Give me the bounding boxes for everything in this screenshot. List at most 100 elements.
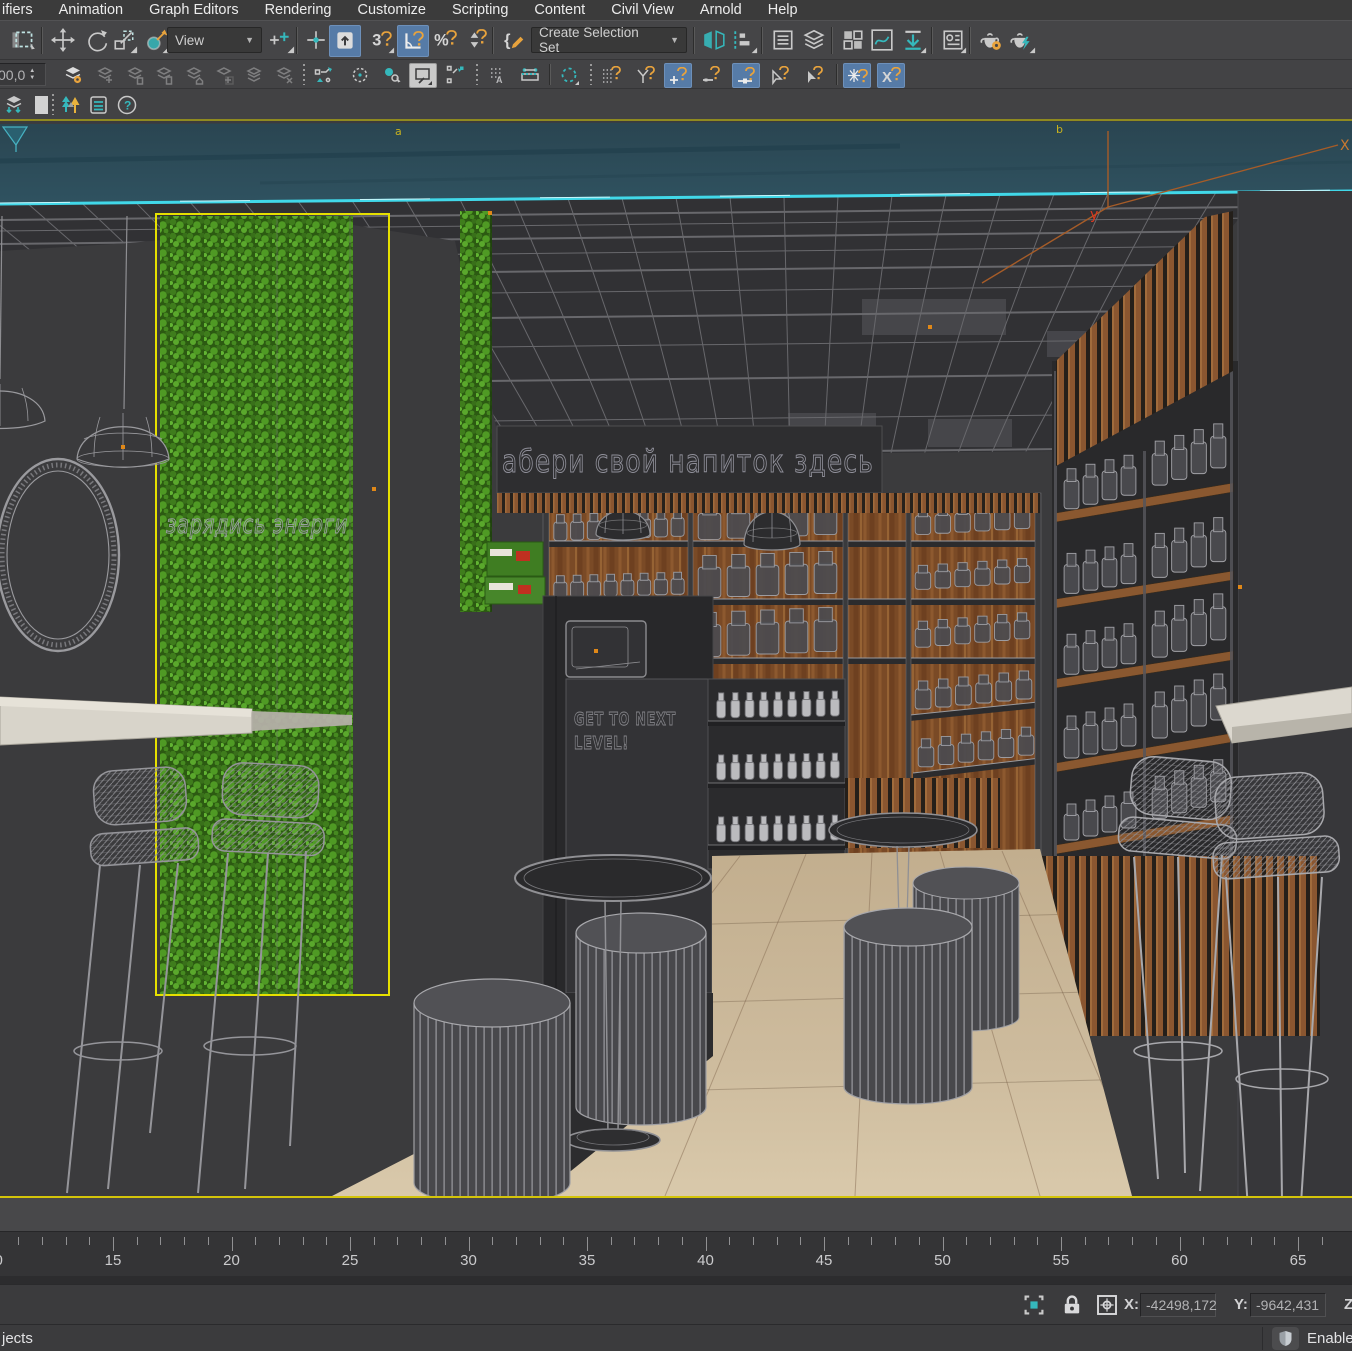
soft-selection-icon[interactable] [379, 63, 405, 86]
notes-icon[interactable] [85, 92, 112, 117]
isolate-selection-icon[interactable] [1022, 1293, 1046, 1317]
moss-wall[interactable]: зарядись энерги [160, 216, 353, 994]
chevron-down-icon: ▼ [237, 35, 254, 45]
selection-region-icon[interactable] [10, 25, 40, 55]
snap-plus-icon[interactable] [664, 63, 692, 88]
menu-item-rendering[interactable]: Rendering [252, 2, 345, 18]
menu-item-arnold[interactable]: Arnold [687, 2, 755, 18]
selection-lasso-icon[interactable] [556, 63, 582, 86]
import-layers-icon[interactable] [0, 92, 27, 117]
snap-slider-icon[interactable] [732, 63, 760, 88]
y-coordinate-field[interactable]: -9642,431 [1250, 1293, 1326, 1317]
snap-cursor-icon[interactable] [766, 63, 792, 86]
cylinder-stool-2[interactable] [576, 913, 706, 1125]
snap-endpoint-icon[interactable] [632, 63, 658, 86]
menu-item-customize[interactable]: Customize [345, 2, 440, 18]
snap-x-icon[interactable]: X [877, 63, 905, 88]
selection-circle-icon[interactable] [347, 63, 373, 86]
timeline-tick [682, 1237, 683, 1245]
snaps-toggle-3d-icon[interactable]: 3 [366, 25, 396, 55]
named-selection-set-dropdown[interactable]: Create Selection Set ▼ [531, 27, 687, 53]
render-setup-icon[interactable] [938, 25, 968, 55]
percent-snap-icon[interactable]: % [430, 25, 460, 55]
subobject-squares-icon[interactable] [443, 63, 469, 86]
ribbon-toggle-icon[interactable] [838, 25, 868, 55]
menu-item-animation[interactable]: Animation [46, 2, 136, 18]
align-icon[interactable] [729, 25, 759, 55]
keyboard-shortcut-override-icon[interactable] [329, 25, 361, 57]
microwave[interactable] [566, 621, 646, 677]
select-and-scale-icon[interactable] [109, 25, 139, 55]
menu-item-scripting[interactable]: Scripting [439, 2, 521, 18]
selection-lock-icon[interactable] [1060, 1293, 1084, 1317]
menu-item-civil-view[interactable]: Civil View [598, 2, 687, 18]
layer-explorer-icon[interactable] [768, 25, 798, 55]
svg-text:X: X [882, 69, 892, 86]
cylinder-stool-1[interactable] [414, 979, 570, 1196]
snap-cursor-filled-icon[interactable] [800, 63, 826, 86]
timeline-label: 30 [460, 1252, 477, 1269]
time-slider-track[interactable] [0, 1198, 1352, 1231]
layer-home-icon[interactable] [181, 63, 207, 86]
menu-item-help[interactable]: Help [755, 2, 811, 18]
absolute-mode-icon[interactable] [1095, 1293, 1119, 1317]
white-bottles[interactable] [717, 691, 840, 842]
x-coordinate-field[interactable]: -42498,172 [1140, 1293, 1216, 1317]
coordinate-spinner[interactable]: 00,0 ▲▼ [0, 63, 46, 86]
perspective-viewport[interactable]: абери свой напиток здесь [0, 119, 1352, 1198]
angle-snap-icon[interactable] [397, 25, 429, 57]
scene-explorer-icon[interactable] [799, 25, 829, 55]
toolbar-separator [761, 27, 763, 54]
use-pivot-center-icon[interactable] [266, 25, 296, 55]
marker-move-icon[interactable] [311, 63, 337, 86]
select-and-move-icon[interactable] [48, 25, 78, 55]
timeline-tick [492, 1237, 493, 1245]
drink-sign[interactable]: абери свой напиток здесь [497, 426, 882, 493]
select-and-rotate-icon[interactable] [81, 25, 111, 55]
create-layer-icon[interactable] [92, 63, 118, 86]
help-icon[interactable]: ? [113, 92, 140, 117]
select-layer-objects-icon[interactable] [241, 63, 267, 86]
viewport-canvas[interactable]: абери свой напиток здесь [0, 121, 1352, 1196]
vertex-marker-b: b [1056, 123, 1063, 136]
layer-manager-icon[interactable] [60, 63, 86, 86]
timeline-tick [1037, 1237, 1038, 1245]
vegetation-icon[interactable] [57, 92, 84, 117]
select-and-manipulate-icon[interactable] [301, 25, 331, 55]
timeline-label: 25 [342, 1252, 359, 1269]
paint-selection-icon[interactable] [409, 63, 437, 88]
toolbar-separator [969, 27, 971, 54]
product-boxes[interactable] [485, 542, 545, 604]
reference-coordinate-dropdown[interactable]: View ▼ [167, 27, 262, 53]
grid-align-icon[interactable]: A [485, 63, 511, 86]
timeline-ruler[interactable]: 101520253035404550556065 [0, 1231, 1352, 1285]
curve-editor-icon[interactable] [867, 25, 897, 55]
edit-named-selection-sets-icon[interactable]: { [499, 25, 529, 55]
collapse-layers-icon[interactable] [271, 63, 297, 86]
mirror-icon[interactable] [699, 25, 729, 55]
measure-distance-icon[interactable] [517, 63, 543, 86]
snap-edge-icon[interactable] [698, 63, 724, 86]
timeline-tick [848, 1237, 849, 1245]
timeline-tick [658, 1237, 659, 1245]
timeline-label: 55 [1053, 1252, 1070, 1269]
add-to-layer-icon[interactable] [211, 63, 237, 86]
cylinder-stool-3[interactable] [844, 908, 972, 1104]
menu-item-modifiers[interactable]: ifiers [0, 2, 46, 18]
menu-item-graph-editors[interactable]: Graph Editors [136, 2, 251, 18]
delete-layer-icon[interactable] [122, 63, 148, 86]
scene-security-button[interactable] [1272, 1327, 1299, 1350]
bottle-shelf-unit[interactable] [708, 679, 845, 869]
schematic-view-icon[interactable] [898, 25, 928, 55]
render-production-icon[interactable] [1007, 25, 1037, 55]
rendered-frame-window-icon[interactable] [976, 25, 1006, 55]
menu-item-content[interactable]: Content [521, 2, 598, 18]
snap-frozen-icon[interactable] [843, 63, 871, 88]
snap-grid-icon[interactable] [598, 63, 624, 86]
blank-page-icon[interactable] [28, 92, 55, 117]
copy-layer-icon[interactable] [151, 63, 177, 86]
spinner-arrows-icon[interactable]: ▲▼ [29, 68, 35, 81]
spinner-snap-icon[interactable] [460, 25, 490, 55]
timeline-tick [113, 1237, 114, 1251]
chevron-down-icon: ▼ [662, 35, 679, 45]
